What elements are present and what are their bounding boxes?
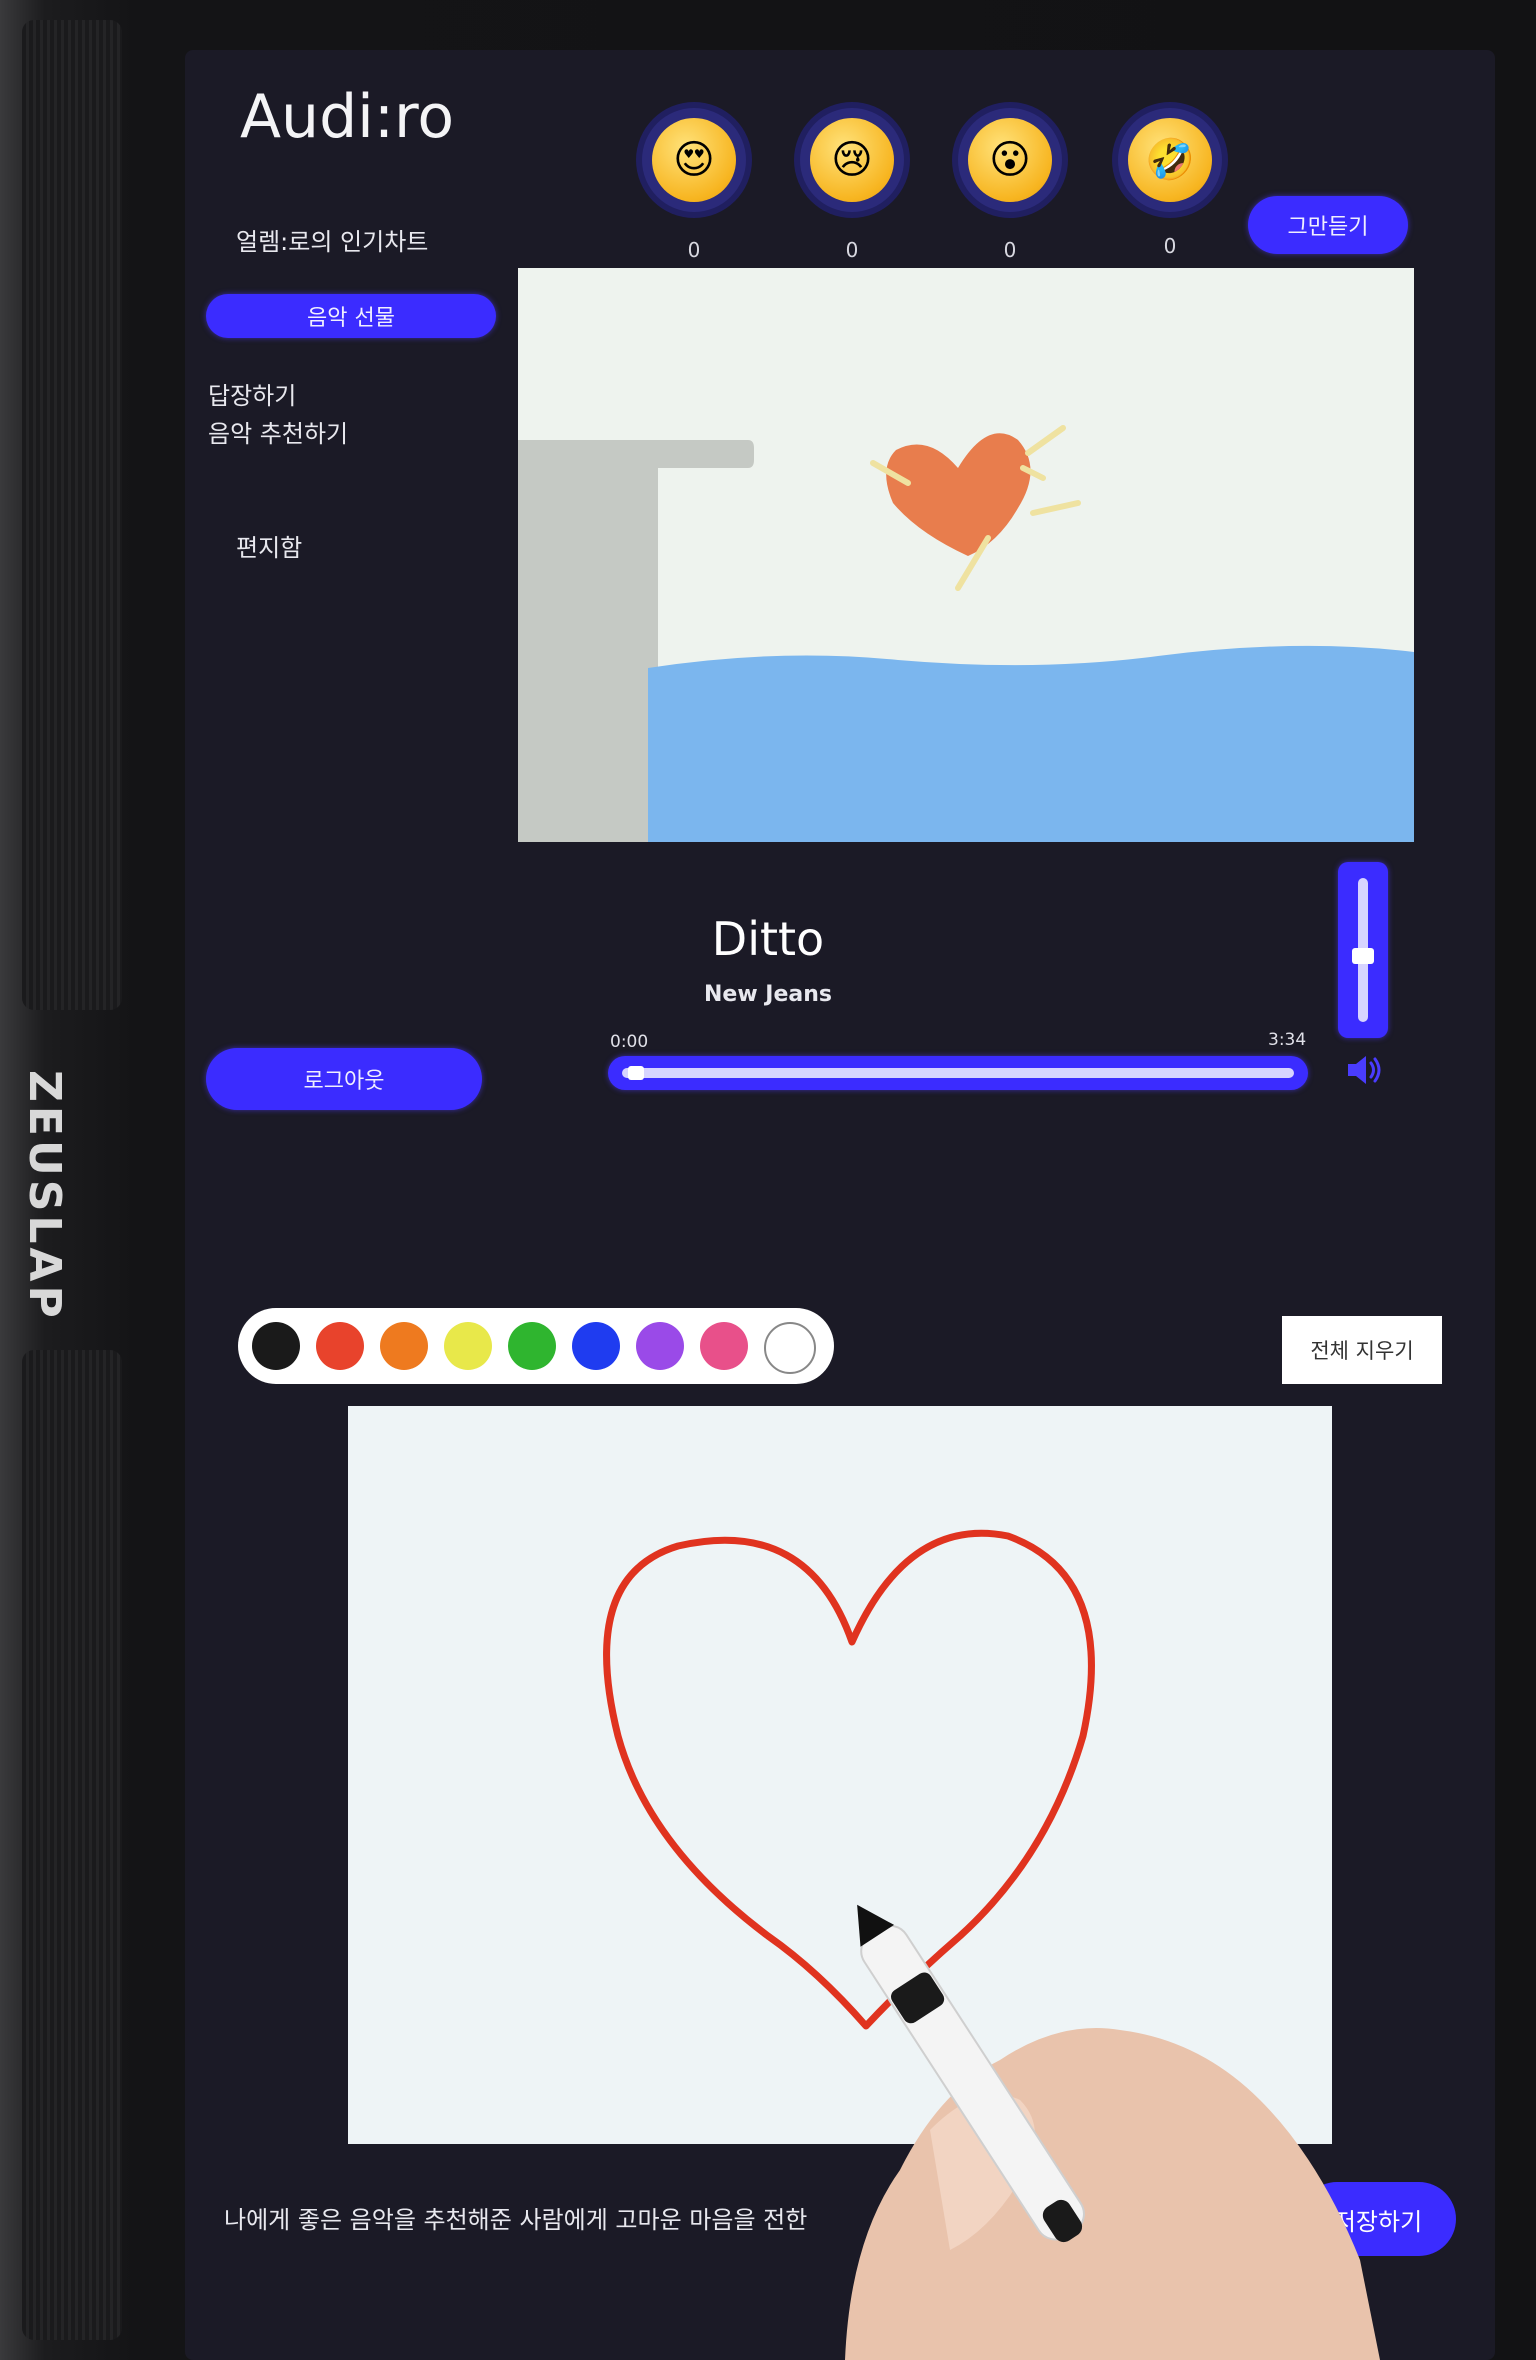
speaker-icon[interactable] <box>1344 1052 1384 1088</box>
drawn-heart <box>603 1529 1095 2030</box>
clear-all-button[interactable]: 전체 지우기 <box>1282 1316 1442 1384</box>
total-time: 3:34 <box>1268 1030 1307 1050</box>
volume-handle[interactable] <box>1352 948 1374 965</box>
color-palette <box>238 1308 834 1384</box>
laughing-tears-emoji[interactable]: 🤣 <box>1118 108 1222 212</box>
color-swatch[interactable] <box>380 1322 428 1370</box>
reaction-count: 0 <box>687 238 701 262</box>
crying-emoji[interactable]: 😢 <box>800 108 904 212</box>
speaker-grille-top <box>22 20 122 1010</box>
progress-track <box>622 1068 1294 1078</box>
color-swatch[interactable] <box>316 1322 364 1370</box>
color-swatch[interactable] <box>700 1322 748 1370</box>
song-artist: New Jeans <box>703 982 833 1007</box>
reaction-count: 0 <box>845 238 859 262</box>
crying-icon: 😢 <box>810 118 894 202</box>
laughing-tears-icon: 🤣 <box>1128 118 1212 202</box>
song-title: Ditto <box>711 912 825 966</box>
sea-shape <box>648 645 1414 842</box>
surprised-emoji[interactable]: 😮 <box>958 108 1062 212</box>
received-drawing-video <box>518 268 1414 842</box>
sidebar-item-reply[interactable]: 답장하기 <box>208 376 296 411</box>
color-swatch[interactable] <box>764 1322 816 1374</box>
footer-message: 나에게 좋은 음악을 추천해준 사람에게 고마운 마음을 전한 <box>224 2206 808 2234</box>
color-swatch[interactable] <box>636 1322 684 1370</box>
reaction-count: 0 <box>1003 238 1017 262</box>
chart-link[interactable]: 얼렘:로의 인기차트 <box>236 222 428 257</box>
progress-bar[interactable] <box>608 1056 1308 1090</box>
save-button[interactable]: 저장하기 <box>1300 2182 1456 2256</box>
drawing-illustration <box>518 268 1414 842</box>
app-logo: Audi:ro <box>240 82 455 152</box>
sidebar-item-mailbox[interactable]: 편지함 <box>236 528 302 563</box>
device-brand: ZEUSLAP <box>19 1070 70 1322</box>
surprised-icon: 😮 <box>968 118 1052 202</box>
reaction-count: 0 <box>1163 234 1177 258</box>
heart-eyes-emoji[interactable]: 😍 <box>642 108 746 212</box>
color-swatch[interactable] <box>508 1322 556 1370</box>
stop-listening-button[interactable]: 그만듣기 <box>1248 196 1408 254</box>
sidebar-item-music-gift[interactable]: 음악 선물 <box>206 294 496 338</box>
progress-handle[interactable] <box>628 1066 644 1080</box>
sidebar-item-recommend[interactable]: 음악 추천하기 <box>208 414 348 449</box>
color-swatch[interactable] <box>252 1322 300 1370</box>
heart-eyes-icon: 😍 <box>652 118 736 202</box>
current-time: 0:00 <box>610 1032 649 1052</box>
volume-slider[interactable] <box>1338 862 1388 1038</box>
drawing-canvas[interactable] <box>348 1406 1332 2144</box>
color-swatch[interactable] <box>444 1322 492 1370</box>
logout-button[interactable]: 로그아웃 <box>206 1048 482 1110</box>
speaker-grille-bottom <box>22 1350 122 2340</box>
color-swatch[interactable] <box>572 1322 620 1370</box>
